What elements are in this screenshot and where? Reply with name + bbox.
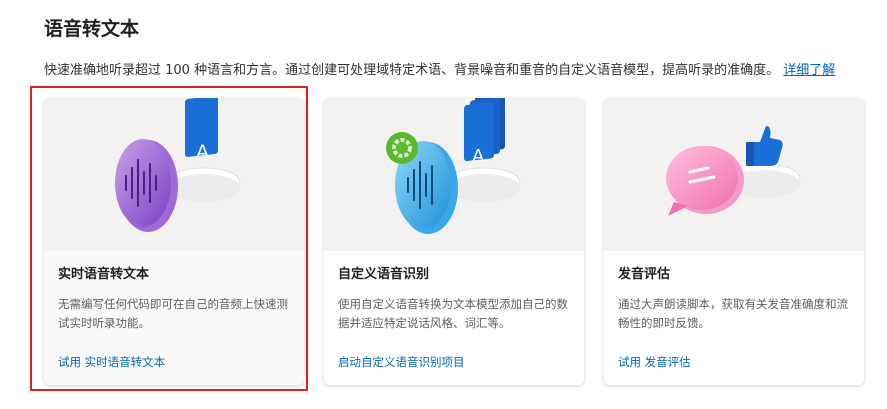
card-title: 发音评估: [618, 267, 671, 282]
card-illustration: A: [44, 98, 304, 251]
try-pronunciation-link[interactable]: 试用 发音评估: [618, 354, 691, 370]
card-custom-speech[interactable]: A 自定义语音识别 使用自定义语音转换为文本模型添加自己的数据并适应特定说话风格…: [324, 98, 584, 385]
svg-text:A: A: [472, 146, 485, 167]
card-description: 无需编写任何代码即可在自己的音频上快速测试实时听录功能。: [58, 297, 288, 330]
description-text: 快速准确地听录超过 100 种语言和方言。通过创建可处理域特定术语、背景噪音和重…: [44, 63, 780, 78]
pronunciation-illustration: [666, 126, 801, 216]
try-realtime-link[interactable]: 试用 实时语音转文本: [58, 354, 165, 370]
speech-to-text-illustration: A: [115, 98, 241, 232]
card-title: 实时语音转文本: [58, 267, 150, 282]
page-description: 快速准确地听录超过 100 种语言和方言。通过创建可处理域特定术语、背景噪音和重…: [44, 59, 887, 78]
card-illustration: [604, 98, 864, 251]
card-illustration: A: [324, 98, 584, 251]
custom-speech-illustration: A: [386, 98, 521, 234]
start-custom-speech-link[interactable]: 启动自定义语音识别项目: [338, 354, 465, 370]
card-realtime-speech-to-text[interactable]: A 实时语音转文本 无需编写任何代码即可在自己的音频上快速测试实时听录功能。 试…: [44, 98, 304, 385]
card-title: 自定义语音识别: [338, 267, 430, 282]
card-pronunciation-assessment[interactable]: 发音评估 通过大声朗读脚本，获取有关发音准确度和流畅性的即时反馈。 试用 发音评…: [604, 98, 864, 385]
card-description: 使用自定义语音转换为文本模型添加自己的数据并适应特定说话风格、词汇等。: [338, 297, 568, 330]
page-title: 语音转文本: [44, 18, 140, 40]
card-description: 通过大声朗读脚本，获取有关发音准确度和流畅性的即时反馈。: [618, 297, 848, 330]
learn-more-link[interactable]: 详细了解: [783, 63, 835, 78]
svg-text:A: A: [196, 141, 209, 163]
